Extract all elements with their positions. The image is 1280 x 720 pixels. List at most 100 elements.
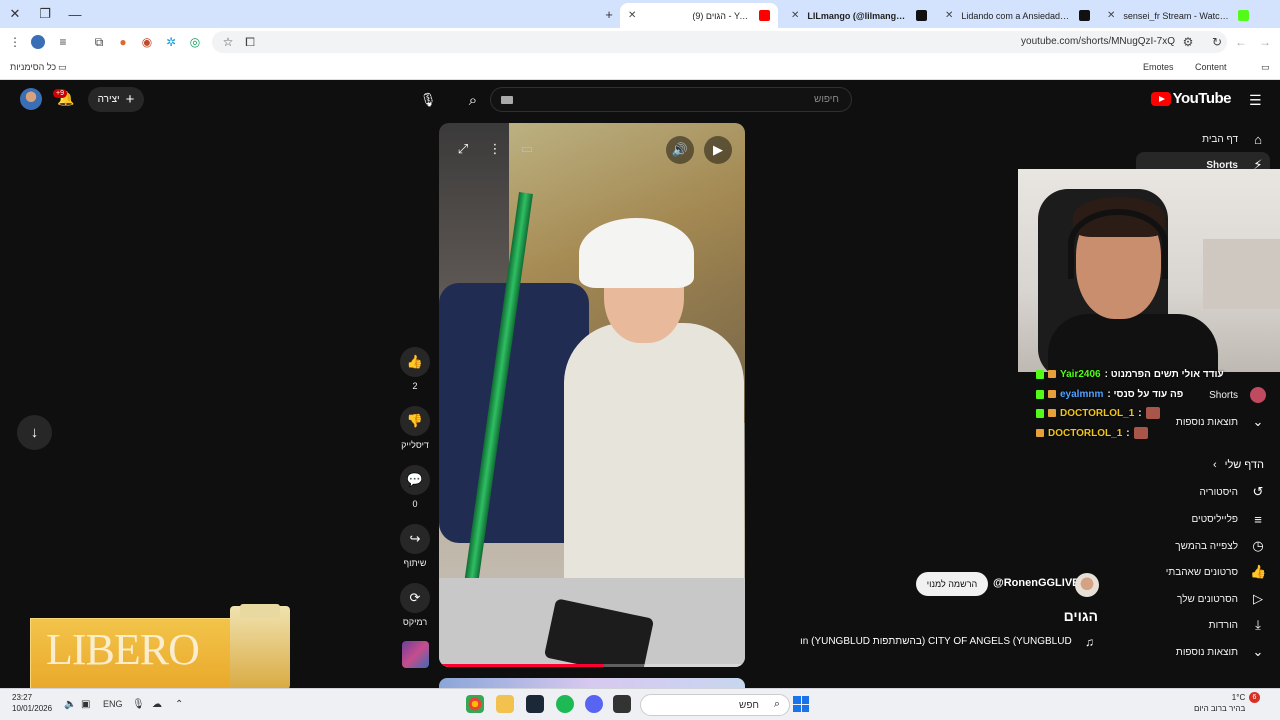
play-icon[interactable]: ▶	[704, 136, 732, 164]
restore-window-icon[interactable]: ❐	[30, 0, 60, 28]
search-icon[interactable]: ⌕	[459, 88, 487, 112]
install-app-icon[interactable]: ⧠	[243, 35, 257, 49]
close-window-icon[interactable]: ✕	[0, 0, 30, 28]
more-options-icon[interactable]: ⋮	[483, 137, 507, 161]
sidebar-show-more[interactable]: תוצאות נוספות ⌄	[1176, 409, 1266, 435]
chrome-taskbar-icon[interactable]	[466, 695, 484, 713]
forward-icon[interactable]: →	[1258, 35, 1272, 49]
close-tab-icon[interactable]: ✕	[791, 10, 799, 21]
chat-message: eyalmnm : פה עוד על סנסי	[1036, 386, 1183, 402]
bookmark-content[interactable]: Content	[1195, 62, 1227, 72]
remix-button[interactable]: ⟳ רמיקס	[400, 583, 430, 627]
mic-tray-icon[interactable]: 🎙	[132, 699, 145, 710]
sidebar-item-label: לצפייה בהמשך	[1175, 540, 1238, 552]
weather-widget[interactable]: 1°C בהיר ברוב היום	[1194, 692, 1245, 714]
tab-youtube[interactable]: ✕ (9) הגוים - YouTube	[620, 3, 778, 28]
next-short-preview[interactable]	[439, 678, 745, 688]
sidebar-item-playlists[interactable]: פלייליסטים ≡	[1191, 506, 1266, 532]
sidebar-show-more-2[interactable]: תוצאות נוספות ⌄	[1176, 639, 1266, 665]
sound-thumbnail[interactable]	[402, 641, 429, 668]
tiktok-favicon-icon	[1079, 10, 1090, 21]
menu-dots-icon[interactable]: ⋮	[8, 35, 22, 49]
tray-overflow-chevron-icon[interactable]: ⌃	[175, 699, 183, 710]
hamburger-menu-icon[interactable]: ☰	[1249, 92, 1263, 109]
site-settings-icon[interactable]: ⚙	[1181, 35, 1195, 49]
sword-badge-icon	[1048, 409, 1056, 417]
create-button[interactable]: יצירה +	[88, 87, 144, 112]
youtube-logo[interactable]: YouTube	[1150, 90, 1232, 107]
chat-message: Yair2406 : עודד אולי תשים הפרמנוט	[1036, 366, 1224, 382]
extension-blue-icon[interactable]: ✲	[164, 35, 178, 49]
sidebar-you-header[interactable]: ‹ הדף שלי	[1213, 459, 1264, 471]
sidebar-item-watch-later[interactable]: לצפייה בהמשך ◷	[1175, 533, 1266, 559]
next-video-arrow-icon[interactable]: ↓	[17, 415, 52, 450]
app-taskbar-icon[interactable]	[496, 695, 514, 713]
extension-icon[interactable]: ≡	[56, 35, 70, 49]
url-text[interactable]: youtube.com/shorts/MNugQzI-7xQ	[1021, 36, 1175, 47]
share-label: שיתוף	[403, 558, 427, 568]
watch-later-icon: ◷	[1252, 538, 1264, 553]
video-frame-hat	[579, 218, 694, 288]
sidebar-item-your-videos[interactable]: הסרטונים שלך ▷	[1177, 586, 1266, 612]
close-tab-icon[interactable]: ✕	[1107, 10, 1115, 21]
chat-message: DOCTORLOL_1 :	[1036, 405, 1160, 421]
steam-taskbar-icon[interactable]	[526, 695, 544, 713]
extension-red-icon[interactable]: ◉	[140, 35, 154, 49]
share-button[interactable]: ↪ שיתוף	[400, 524, 430, 568]
sidebar-item-home[interactable]: דף הבית ⌂	[1202, 126, 1266, 152]
thumbs-down-icon: 👎	[400, 406, 430, 436]
captions-icon[interactable]: ▭	[515, 137, 539, 161]
comments-button[interactable]: 💬 0	[400, 465, 430, 509]
tab-tiktok[interactable]: ✕ LILmango (@lilmango_) | TikTo	[783, 3, 935, 28]
video-progress-bar[interactable]	[439, 664, 745, 667]
windows-start-icon[interactable]	[793, 696, 809, 712]
extension-orange-icon[interactable]: ●	[116, 35, 130, 49]
language-indicator[interactable]: ENG	[103, 699, 123, 709]
subscribe-button[interactable]: הרשמה למנוי	[916, 572, 988, 596]
tab-kick[interactable]: ✕ sensei_fr Stream - Watch Live o	[1099, 3, 1257, 28]
streamer-webcam	[1018, 169, 1280, 372]
bookmark-emotes[interactable]: Emotes	[1143, 62, 1174, 72]
weather-text: בהיר ברוב היום	[1194, 704, 1246, 713]
youtube-play-icon	[1150, 91, 1171, 106]
taskbar-clock[interactable]: 23:27 10/01/2026	[12, 692, 52, 714]
perfume-cap-icon	[240, 604, 280, 618]
close-tab-icon[interactable]: ✕	[628, 10, 636, 21]
cloud-off-tray-icon[interactable]: ☁	[152, 699, 162, 710]
sidebar-item-liked[interactable]: סרטונים שאהבתי 👍	[1166, 559, 1266, 585]
sidebar-item-label: היסטוריה	[1199, 486, 1239, 498]
volume-tray-icon[interactable]: 🔈	[64, 699, 76, 710]
obs-taskbar-icon[interactable]	[613, 695, 631, 713]
dislike-button[interactable]: 👎 דיסלייק	[400, 406, 430, 450]
back-icon[interactable]: ←	[1234, 35, 1248, 49]
extension-green-icon[interactable]: ◎	[188, 35, 202, 49]
microphone-icon[interactable]: 🎙	[416, 88, 440, 112]
bookmark-star-icon[interactable]: ☆	[221, 35, 235, 49]
search-input[interactable]: חיפוש	[490, 87, 852, 112]
channel-avatar[interactable]	[1075, 573, 1099, 597]
spotify-taskbar-icon[interactable]	[556, 695, 574, 713]
keyboard-icon[interactable]	[501, 96, 513, 104]
avatar[interactable]	[20, 88, 42, 110]
sidebar-item-subscription-shorts[interactable]: Shorts	[1209, 382, 1266, 408]
sidebar-item-history[interactable]: היסטוריה ↺	[1200, 479, 1267, 505]
sidebar-item-downloads[interactable]: הורדות ⤓	[1209, 612, 1266, 638]
fullscreen-icon[interactable]: ⤢	[451, 137, 475, 161]
network-tray-icon[interactable]: ▣	[81, 699, 90, 710]
music-info[interactable]: ın (YUNGBLUD בהשתתפות) CITY OF ANGELS (Y…	[800, 636, 1072, 647]
tab-tiktok-2[interactable]: ✕ Lidando com a Ansiedade Soci	[937, 3, 1098, 28]
like-button[interactable]: 👍 2	[400, 347, 430, 391]
profile-icon[interactable]	[31, 35, 45, 49]
discord-taskbar-icon[interactable]	[585, 695, 603, 713]
volume-icon[interactable]: 🔊	[666, 136, 694, 164]
close-tab-icon[interactable]: ✕	[945, 10, 953, 21]
all-bookmarks-link[interactable]: כל הסימניות	[10, 62, 56, 72]
minimize-window-icon[interactable]: —	[60, 0, 90, 28]
channel-name[interactable]: @RonenGGLIVE	[993, 577, 1080, 589]
extensions-puzzle-icon[interactable]: ⧉	[92, 35, 106, 49]
music-note-icon: ♫	[1085, 635, 1094, 649]
shorts-video-player[interactable]: ⤢ ⋮ ▭ 🔊 ▶	[439, 123, 745, 667]
taskbar-search-input[interactable]: חפש ⌕	[640, 694, 790, 716]
reload-icon[interactable]: ↻	[1210, 35, 1224, 49]
kick-badge-icon	[1036, 369, 1044, 379]
